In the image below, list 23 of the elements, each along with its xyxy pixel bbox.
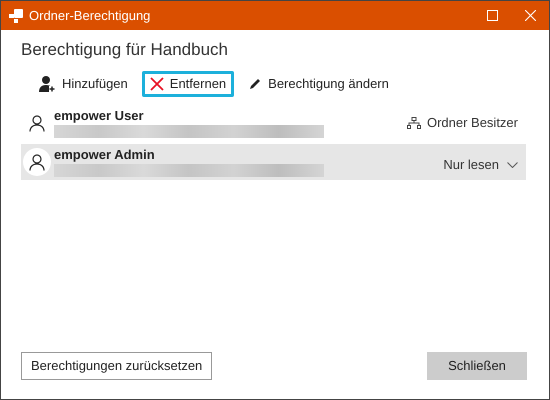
toolbar-button[interactable]: Entfernen	[142, 71, 234, 97]
user-icon	[29, 114, 45, 132]
add-user-icon	[38, 75, 56, 93]
close-dialog-button[interactable]: Schließen	[427, 352, 527, 380]
permission-dropdown[interactable]: Nur lesen	[443, 155, 518, 175]
user-row[interactable]: empower Admin Nur lesen	[21, 144, 526, 180]
hierarchy-icon	[406, 117, 421, 129]
user-name: empower Admin	[54, 147, 156, 163]
user-row[interactable]: empower User Ordner Besitzer	[21, 105, 526, 141]
window-title: Ordner-Berechtigung	[29, 6, 150, 25]
app-logo-icon	[9, 8, 23, 22]
user-name: empower User	[54, 108, 145, 124]
reset-button[interactable]: Berechtigungen zurücksetzen	[21, 352, 212, 380]
maximize-icon	[486, 10, 498, 21]
close-icon	[524, 10, 536, 21]
toolbar-button[interactable]: Hinzufügen	[30, 71, 136, 97]
user-icon	[29, 154, 45, 170]
chevron-down-icon	[507, 162, 518, 168]
pencil-icon	[248, 77, 262, 91]
toolbar-button[interactable]: Berechtigung ändern	[240, 71, 397, 97]
close-icon	[150, 77, 164, 91]
owner-label: Ordner Besitzer	[426, 114, 518, 132]
dialog-heading: Berechtigung für Handbuch	[21, 39, 229, 61]
